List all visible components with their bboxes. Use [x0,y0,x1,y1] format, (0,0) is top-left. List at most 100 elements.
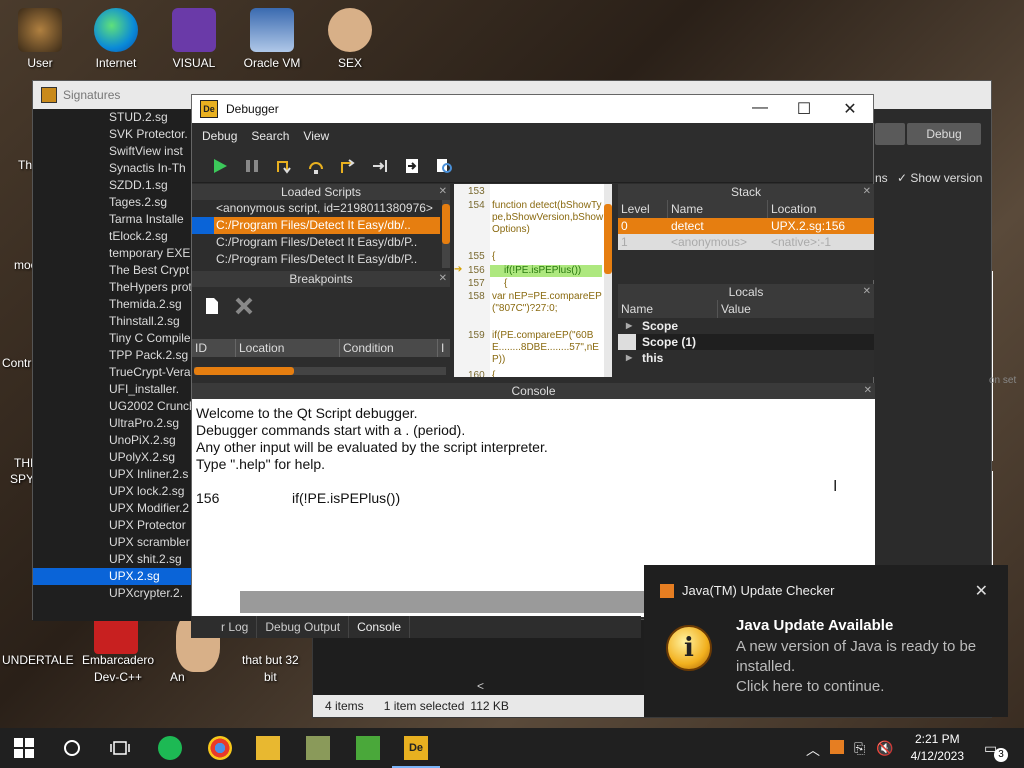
desktop-icon-visual-studio[interactable]: VISUAL [156,8,232,70]
signature-item[interactable]: STUD.2.sg [33,109,193,126]
step-out-icon[interactable] [338,156,358,176]
pane-close-icon[interactable]: ✕ [864,383,872,399]
maximize-button[interactable]: ☐ [794,99,814,119]
find-icon[interactable] [434,156,454,176]
desktop-icon-sex[interactable]: SEX [312,8,388,70]
spotify-icon[interactable] [158,736,182,760]
breakpoints-scrollbar[interactable] [194,367,446,375]
signature-item[interactable]: TPP Pack.2.sg [33,347,193,364]
signature-item[interactable]: UPolyX.2.sg [33,449,193,466]
signatures-button-partial[interactable] [875,123,905,145]
signature-item[interactable]: UPX Inliner.2.s [33,466,193,483]
signature-item[interactable]: UPXcrypter.2. [33,585,193,602]
close-button[interactable]: ✕ [840,99,860,119]
stack-row-selected[interactable]: 0 detect UPX.2.sg:156 [618,218,874,234]
signatures-list[interactable]: STUD.2.sg SVK Protector. SwiftView inst Syn… [33,109,193,621]
script-row[interactable]: <anonymous script, id=2198011380976> [192,200,440,217]
signature-item[interactable]: Tiny C Compiler [33,330,193,347]
script-row-selected[interactable]: C:/Program Files/Detect It Easy/db/.. [192,217,440,234]
show-version-checkbox[interactable]: ✓ Show version [897,171,982,185]
signature-item[interactable]: UG2002 Crunch [33,398,193,415]
bp-col-ignore[interactable]: I [438,339,448,357]
search-icon[interactable] [60,736,84,760]
task-view-icon[interactable] [108,736,132,760]
volume-muted-icon[interactable]: 🔇 [876,740,893,757]
network-icon[interactable]: ⎘ [854,740,865,757]
notification-close-button[interactable]: ✕ [975,581,988,601]
desktop-icon-user[interactable]: User [2,8,78,70]
step-over-icon[interactable] [306,156,326,176]
file-explorer-icon[interactable] [256,736,280,760]
scrollbar-thumb[interactable] [194,367,294,375]
locals-col-value[interactable]: Value [718,300,874,318]
signature-item[interactable]: Synactis In-Th [33,160,193,177]
signature-item[interactable]: UPX Modifier.2 [33,500,193,517]
show-hidden-icons-icon[interactable]: ︿ [806,740,820,760]
menu-view[interactable]: View [303,129,329,143]
menu-debug[interactable]: Debug [202,129,237,143]
desktop-icon-edge[interactable]: Internet [78,8,154,70]
minimize-button[interactable]: — [750,99,770,117]
locals-row-selected[interactable]: Scope (1) [618,334,874,350]
tab-debug-output[interactable]: Debug Output [257,616,350,638]
signature-item[interactable]: UltraPro.2.sg [33,415,193,432]
menu-search[interactable]: Search [251,129,289,143]
signature-item[interactable]: TheHypers prot [33,279,193,296]
expand-icon[interactable]: ▶ [626,318,632,334]
bp-col-condition[interactable]: Condition [340,339,438,357]
windows-start-icon[interactable] [12,736,36,760]
pane-close-icon[interactable]: ✕ [439,271,447,287]
desktop-icon-embarcadero[interactable]: Embarcadero [82,653,154,667]
notification-action[interactable]: Click here to continue. [736,677,986,697]
signature-item[interactable]: Themida.2.sg [33,296,193,313]
desktop-icon-32bit[interactable]: that but 32 [242,653,299,667]
signature-item[interactable]: TrueCrypt-Vera [33,364,193,381]
stack-col-name[interactable]: Name [668,200,768,218]
delete-breakpoint-icon[interactable] [234,296,254,319]
locals-row[interactable]: ▶ this [618,350,874,366]
signature-item[interactable]: UPX scrambler [33,534,193,551]
locals-row[interactable]: ▶ Scope [618,318,874,334]
signature-item[interactable]: Tages.2.sg [33,194,193,211]
code-view[interactable]: ➔ 153 154 function detect(bShowType,bSho… [454,184,612,377]
editor-icon[interactable] [356,736,380,760]
expand-icon[interactable]: ▶ [626,350,632,366]
signature-item[interactable]: SZDD.1.sg [33,177,193,194]
stack-row[interactable]: 1 <anonymous> <native>:-1 [618,234,874,250]
clock[interactable]: 2:21 PM 4/12/2023 [911,731,964,765]
step-into-icon[interactable] [274,156,294,176]
new-breakpoint-icon[interactable] [204,297,220,318]
scrollbar-thumb[interactable] [604,204,612,274]
signature-item[interactable]: UPX Protector [33,517,193,534]
bp-col-location[interactable]: Location [236,339,340,357]
game-icon[interactable] [306,736,330,760]
pane-close-icon[interactable]: ✕ [863,184,871,200]
stack-col-level[interactable]: Level [618,200,668,218]
scroll-left-icon[interactable]: < [477,679,484,693]
desktop-icon-an[interactable]: An [170,670,185,684]
signature-item[interactable]: Thinstall.2.sg [33,313,193,330]
stack-col-location[interactable]: Location [768,200,874,218]
tab-console[interactable]: Console [349,616,411,638]
signature-item[interactable]: UFI_installer. [33,381,193,398]
signature-item[interactable]: UPX lock.2.sg [33,483,193,500]
run-to-cursor-icon[interactable] [370,156,390,176]
signature-item[interactable]: The Best Crypt [33,262,193,279]
chrome-icon[interactable] [208,736,232,760]
code-scrollbar[interactable] [604,184,612,377]
loaded-scripts-scrollbar[interactable] [442,200,450,268]
desktop-icon-oracle-vm[interactable]: Oracle VM [234,8,310,70]
console-input-bar[interactable] [240,591,650,613]
debug-button[interactable]: Debug [907,123,981,145]
signature-item[interactable]: UnoPiX.2.sg [33,432,193,449]
signature-item[interactable]: Tarma Installe [33,211,193,228]
die-taskbar-icon[interactable]: De [404,736,428,760]
java-tray-icon[interactable] [830,740,844,754]
run-to-new-script-icon[interactable] [402,156,422,176]
signature-item[interactable]: temporary EXE [33,245,193,262]
tab-log[interactable]: r Log [191,616,258,638]
pane-close-icon[interactable]: ✕ [863,284,871,300]
bp-col-id[interactable]: ID [192,339,236,357]
script-row[interactable]: C:/Program Files/Detect It Easy/db/P.. [192,251,440,268]
signature-item[interactable]: tElock.2.sg [33,228,193,245]
